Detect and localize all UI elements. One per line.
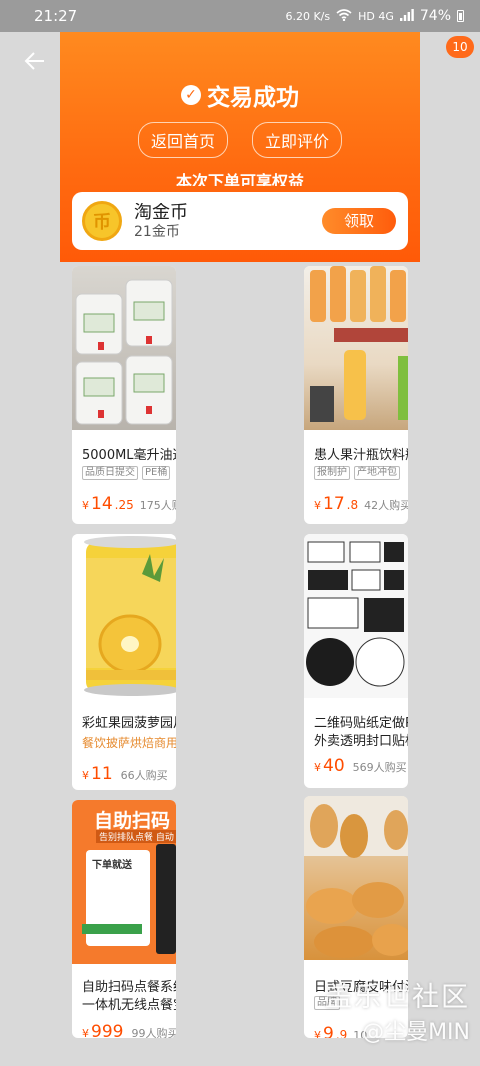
banner-label: 下单就送 xyxy=(92,860,132,871)
product-tag: PE桶 xyxy=(142,466,171,480)
claim-coin-button[interactable]: 领取 xyxy=(322,208,396,234)
product-image: 自助扫码 告别排队点餐 自动 下单就送 xyxy=(72,800,176,964)
taobao-coin-card: 币 淘金币 21金币 领取 xyxy=(72,192,408,250)
product-tag: 报制护 xyxy=(314,466,350,480)
coin-icon: 币 xyxy=(82,201,122,241)
product-card[interactable]: 彩虹果园菠萝园片 餐饮披萨烘焙商用 ¥11 66人购买 xyxy=(72,534,176,790)
net-speed: 6.20 K/s xyxy=(285,9,331,23)
product-name-line2: 一体机无线点餐宝 xyxy=(82,998,176,1013)
watermark-line2: @尘曼MIN xyxy=(362,1020,470,1045)
clock: 21:27 xyxy=(34,7,78,25)
sold-count: 66人购买 xyxy=(120,769,168,782)
product-tagline: 餐饮披萨烘焙商用 xyxy=(82,736,176,750)
coin-amount: 21金币 xyxy=(134,224,180,240)
sold-count: 42人购买 xyxy=(364,499,408,512)
product-tag: 产地冲包 xyxy=(354,466,400,480)
signal-icon xyxy=(399,8,414,24)
watermark-line1: 盖乐世社区 xyxy=(325,982,470,1013)
product-card[interactable]: 自助扫码 告别排队点餐 自动 下单就送 自助扫码点餐系统 一体机无线点餐宝 ¥9… xyxy=(72,800,176,1038)
product-card[interactable]: 二维码贴纸定做PV 外卖透明封口贴标 ¥40 569人购买 xyxy=(304,534,408,788)
benefits-subtitle: 本次下单可享权益 xyxy=(175,172,304,186)
sold-count: 175人购买 xyxy=(139,499,176,512)
product-image xyxy=(304,534,408,698)
rate-now-button[interactable]: 立即评价 xyxy=(252,122,343,158)
product-price: ¥999 99人购买 xyxy=(82,1022,176,1038)
product-image xyxy=(72,534,176,698)
product-card[interactable]: 5000ML毫升油这 品质日提交 PE桶 ¥14.25 175人购买 xyxy=(72,266,176,524)
back-home-button[interactable]: 返回首页 xyxy=(137,122,228,158)
check-icon: ✓ xyxy=(181,85,201,105)
banner-subtitle: 告别排队点餐 自动 xyxy=(96,830,176,843)
product-price: ¥11 66人购买 xyxy=(82,764,168,784)
product-image xyxy=(304,266,408,430)
product-name: 二维码贴纸定做PV xyxy=(314,716,408,731)
coin-title: 淘金币 xyxy=(134,203,188,221)
product-price: ¥17.8 42人购买 xyxy=(314,494,408,514)
banner-title: 自助扫码 xyxy=(94,810,171,832)
product-image xyxy=(72,266,176,430)
sold-count: 99人购买 xyxy=(131,1027,176,1038)
product-card[interactable]: 患人果汁瓶饮料瓶 报制护 产地冲包 ¥17.8 42人购买 xyxy=(304,266,408,524)
product-price: ¥40 569人购买 xyxy=(314,756,407,776)
product-image xyxy=(304,796,408,960)
network-label: HD 4G xyxy=(358,9,394,23)
back-arrow-icon[interactable] xyxy=(22,48,50,76)
success-title: ✓ 交易成功 xyxy=(60,78,420,112)
product-name: 自助扫码点餐系统 xyxy=(82,980,176,995)
wifi-icon xyxy=(336,8,352,24)
battery-icon xyxy=(457,10,464,22)
message-count-badge[interactable]: 10 xyxy=(446,36,474,58)
sold-count: 569人购买 xyxy=(352,761,407,774)
product-name-line2: 外卖透明封口贴标 xyxy=(314,734,408,749)
success-title-text: 交易成功 xyxy=(207,85,299,111)
watermark: 盖乐世社区 @尘曼MIN xyxy=(325,975,470,1046)
product-name: 5000ML毫升油这 xyxy=(82,448,176,463)
battery-percent: 74% xyxy=(419,8,451,24)
product-name: 彩虹果园菠萝园片 xyxy=(82,716,176,731)
status-bar: 21:27 6.20 K/s HD 4G 74% xyxy=(0,0,480,32)
product-price: ¥14.25 175人购买 xyxy=(82,494,176,514)
product-tag: 品质日提交 xyxy=(82,466,138,480)
product-name: 患人果汁瓶饮料瓶 xyxy=(314,448,408,463)
